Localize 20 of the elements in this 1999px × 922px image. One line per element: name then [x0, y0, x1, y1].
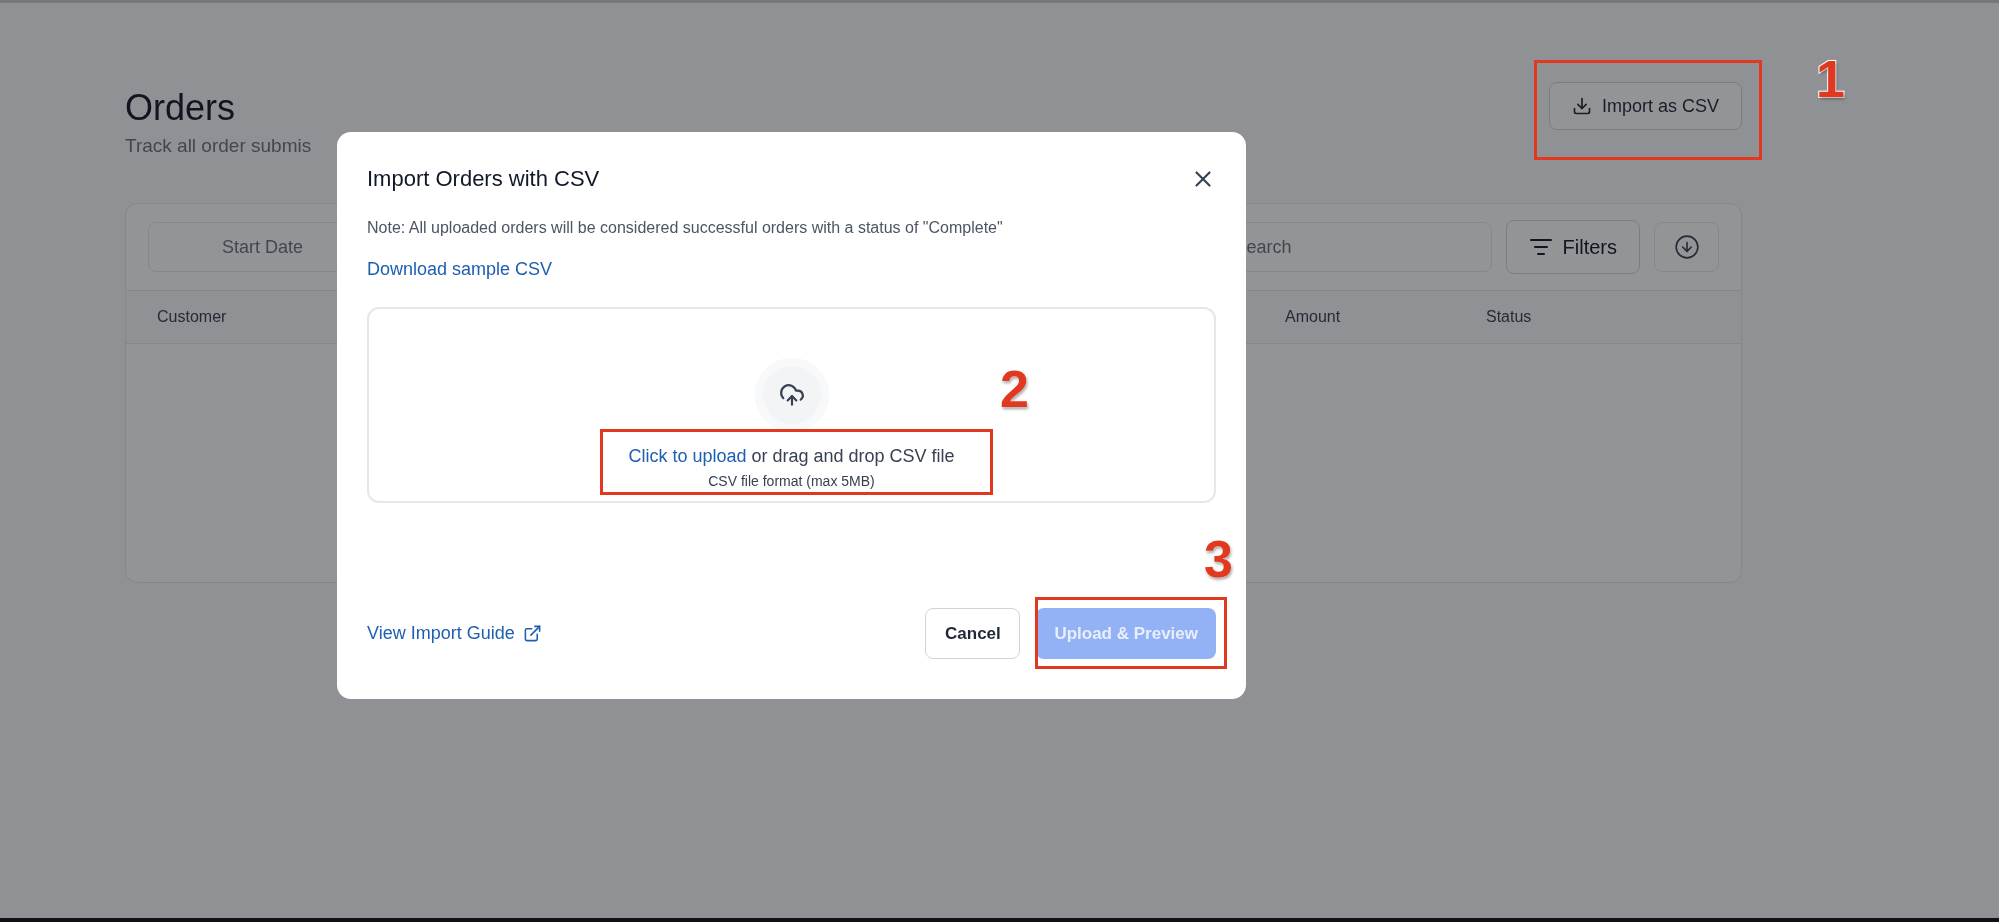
download-icon: [1571, 96, 1592, 116]
import-guide-link[interactable]: View Import Guide: [367, 623, 542, 644]
annotation-number: 3: [1204, 533, 1233, 585]
upload-link[interactable]: Click to upload: [628, 445, 747, 466]
column-header: Amount: [1285, 308, 1342, 326]
download-button[interactable]: [1654, 222, 1719, 272]
upload-instruction: Click to upload or drag and drop CSV file: [628, 445, 955, 467]
page-title: Orders: [125, 87, 237, 129]
cancel-button[interactable]: Cancel: [925, 608, 1021, 659]
column-header: Status: [1486, 308, 1533, 326]
page-subtitle: Track all order submis: [125, 135, 312, 157]
annotation-number: 1: [1816, 53, 1845, 105]
download-icon: [1673, 234, 1700, 260]
import-csv-button[interactable]: Import as CSV: [1548, 82, 1742, 130]
file-format-hint: CSV file format (max 5MB): [708, 472, 875, 489]
annotation-number: 2: [1000, 363, 1029, 415]
external-link-icon: [522, 624, 542, 643]
filters-button[interactable]: Filters: [1505, 220, 1640, 274]
column-header: Customer: [157, 308, 228, 326]
dialog-title: Import Orders with CSV: [367, 166, 600, 192]
